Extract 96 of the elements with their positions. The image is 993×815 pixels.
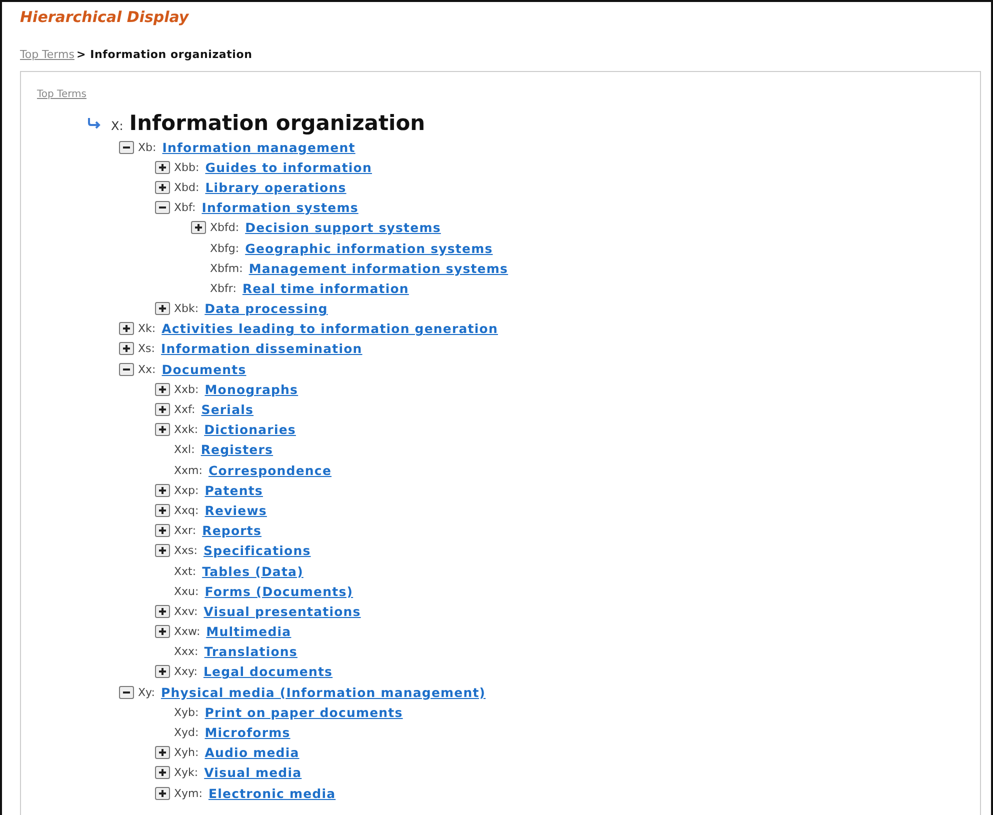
expand-icon[interactable] [155,766,170,780]
term-link[interactable]: Data processing [204,301,328,316]
expand-icon[interactable] [155,423,170,436]
term-link[interactable]: Real time information [242,280,409,296]
term-link[interactable]: Information systems [202,200,358,216]
term-code: Xxm: [174,464,202,477]
term-code: Xxb: [174,382,199,396]
expand-icon[interactable] [155,786,170,800]
term-code: Xxw: [174,625,200,638]
term-link[interactable]: Reports [202,523,262,538]
term-code: Xbk: [174,302,199,316]
expand-icon[interactable] [155,484,170,497]
root-term: Information organization [129,111,426,135]
breadcrumb-link[interactable]: Top Terms [20,48,74,61]
expand-icon[interactable] [155,746,170,760]
expand-icon[interactable] [155,504,170,517]
term-link[interactable]: Multimedia [206,624,292,640]
term-link[interactable]: Correspondence [208,462,332,478]
term-code: Xyd: [174,726,199,740]
term-code: Xbb: [174,160,200,174]
term-code: Xxy: [174,665,198,678]
term-link[interactable]: Visual presentations [204,604,361,619]
term-link[interactable]: Geographic information systems [245,240,493,256]
expand-icon[interactable] [155,604,170,618]
term-link[interactable]: Reviews [204,502,267,518]
term-link[interactable]: Legal documents [203,664,333,680]
term-link[interactable]: Documents [162,362,246,377]
term-link[interactable]: Guides to information [205,160,372,175]
term-code: Xxt: [174,564,196,578]
expand-icon[interactable] [191,221,206,234]
term-link[interactable]: Tables (Data) [202,564,304,579]
term-link[interactable]: Serials [201,402,254,418]
term-code: Xbf: [174,201,196,214]
expand-icon[interactable] [155,544,170,558]
term-link[interactable]: Microforms [204,725,290,740]
term-code: Xxr: [174,524,196,538]
page-title: Hierarchical Display [20,8,190,26]
expand-icon[interactable] [119,322,134,336]
term-link[interactable]: Print on paper documents [204,704,403,720]
term-code: Xxu: [174,584,199,598]
term-link[interactable]: Specifications [203,543,311,558]
term-code: Xbd: [174,180,200,194]
term-code: Xxq: [174,504,199,517]
term-link[interactable]: Dictionaries [204,422,296,438]
expand-icon[interactable] [155,403,170,416]
top-terms-link[interactable]: Top Terms [37,89,87,100]
term-code: Xxf: [174,403,196,416]
term-link[interactable]: Audio media [204,745,300,760]
arrow-icon [87,117,103,129]
term-code: Xbfg: [210,242,240,255]
term-code: Xxk: [174,423,198,436]
term-link[interactable]: Monographs [204,382,298,397]
term-code: Xs: [138,342,155,356]
term-link[interactable]: Activities leading to information generation [162,321,498,336]
term-code: Xxs: [174,544,198,558]
breadcrumb-current: > Information organization [76,48,252,61]
term-link[interactable]: Registers [200,442,274,458]
collapse-icon[interactable] [119,686,134,699]
expand-icon[interactable] [155,302,170,316]
term-link[interactable]: Visual media [204,765,302,780]
term-code: Xxx: [174,645,198,658]
term-code: Xbfd: [210,221,240,234]
expand-icon[interactable] [155,382,170,396]
term-code: Xyb: [174,706,199,719]
term-code: Xxp: [174,484,199,497]
term-code: Xx: [138,362,156,376]
term-link[interactable]: Forms (Documents) [204,584,354,599]
expand-icon[interactable] [155,524,170,538]
term-code: Xbfr: [210,282,236,295]
term-code: Xk: [138,322,156,336]
term-link[interactable]: Management information systems [248,260,508,276]
term-code: X: [111,119,124,133]
expand-icon[interactable] [155,160,170,174]
term-link[interactable]: Library operations [205,180,346,195]
expand-icon[interactable] [155,665,170,678]
collapse-icon[interactable] [155,201,170,214]
term-link[interactable]: Information management [162,140,356,155]
collapse-icon[interactable] [119,140,134,154]
term-link[interactable]: Decision support systems [245,220,441,236]
term-code: Xb: [138,140,156,154]
term-link[interactable]: Patents [204,482,263,498]
term-code: Xxl: [174,443,195,456]
term-code: Xbfm: [210,262,243,275]
expand-icon[interactable] [155,180,170,194]
term-link[interactable]: Information dissemination [160,341,362,356]
collapse-icon[interactable] [119,362,134,376]
term-code: Xxv: [174,604,198,618]
term-link[interactable]: Translations [204,644,298,660]
expand-icon[interactable] [119,342,134,356]
term-code: Xyh: [174,746,199,760]
term-link[interactable]: Electronic media [208,786,336,801]
expand-icon[interactable] [155,625,170,638]
term-code: Xy: [138,686,155,699]
term-code: Xym: [174,786,202,800]
term-code: Xyk: [174,766,198,780]
term-link[interactable]: Physical media (Information management) [160,684,486,700]
